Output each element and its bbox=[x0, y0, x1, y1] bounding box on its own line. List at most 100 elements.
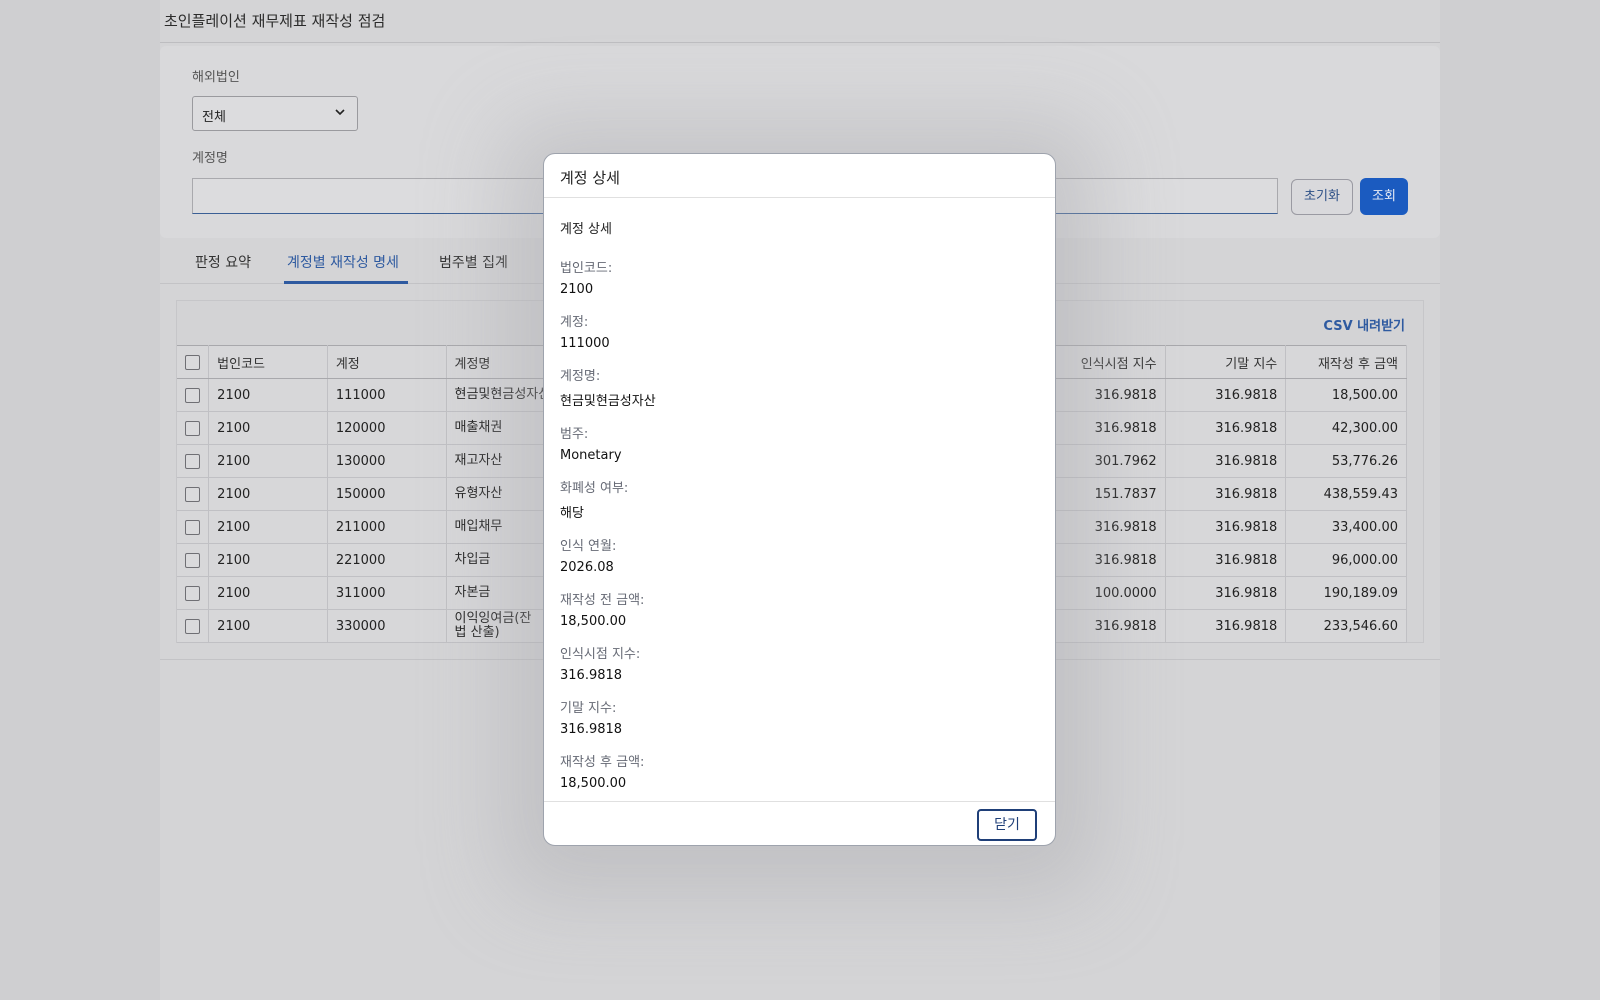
reset-button[interactable]: 초기화 bbox=[1291, 179, 1353, 215]
cell-account: 330000 bbox=[327, 609, 447, 643]
detail-label: 재작성 전 금액: bbox=[560, 593, 645, 608]
detail-label: 기말 지수: bbox=[560, 701, 617, 716]
row-select-cell bbox=[177, 510, 210, 544]
cell-restated-amount: 438,559.43 bbox=[1285, 477, 1407, 511]
row-select-cell bbox=[177, 609, 210, 643]
close-button[interactable]: 닫기 bbox=[977, 809, 1037, 841]
cell-entity-code: 2100 bbox=[208, 609, 328, 643]
detail-row: 기말 지수: 316.9818 bbox=[560, 697, 1039, 737]
cell-recog-index: 100.0000 bbox=[1044, 576, 1166, 610]
cell-end-index: 316.9818 bbox=[1165, 477, 1287, 511]
detail-value: 2100 bbox=[560, 282, 594, 297]
detail-label: 인식시점 지수: bbox=[560, 647, 641, 662]
row-select-cell bbox=[177, 444, 210, 478]
cell-account: 211000 bbox=[327, 510, 447, 544]
modal-footer: 닫기 bbox=[544, 801, 1055, 845]
detail-value: 18,500.00 bbox=[560, 614, 627, 629]
cell-account: 111000 bbox=[327, 378, 447, 412]
detail-label: 계정명: bbox=[560, 369, 601, 384]
tab-account-detail[interactable]: 계정별 재작성 명세 bbox=[287, 252, 399, 272]
row-select-cell bbox=[177, 543, 210, 577]
detail-row: 계정: 111000 bbox=[560, 311, 1039, 351]
detail-row: 화폐성 여부: 해당 bbox=[560, 477, 1039, 521]
cell-account: 120000 bbox=[327, 411, 447, 445]
detail-row: 인식 연월: 2026.08 bbox=[560, 535, 1039, 575]
row-checkbox[interactable] bbox=[185, 387, 200, 403]
cell-restated-amount: 96,000.00 bbox=[1285, 543, 1407, 577]
page-title: 초인플레이션 재무제표 재작성 점검 bbox=[164, 12, 386, 30]
cell-restated-amount: 53,776.26 bbox=[1285, 444, 1407, 478]
row-checkbox[interactable] bbox=[185, 585, 200, 601]
tab-category-summary[interactable]: 범주별 집계 bbox=[439, 252, 508, 272]
tab-summary[interactable]: 판정 요약 bbox=[195, 252, 251, 272]
col-end-index[interactable]: 기말 지수 bbox=[1165, 345, 1287, 379]
detail-value: 316.9818 bbox=[560, 668, 623, 683]
cell-end-index: 316.9818 bbox=[1165, 378, 1287, 412]
cell-end-index: 316.9818 bbox=[1165, 543, 1287, 577]
detail-label: 범주: bbox=[560, 427, 589, 442]
cell-end-index: 316.9818 bbox=[1165, 510, 1287, 544]
cell-account: 311000 bbox=[327, 576, 447, 610]
cell-recog-index: 316.9818 bbox=[1044, 543, 1166, 577]
row-checkbox[interactable] bbox=[185, 420, 200, 436]
detail-row: 범주: Monetary bbox=[560, 423, 1039, 463]
detail-label: 화폐성 여부: bbox=[560, 481, 629, 496]
chevron-down-icon bbox=[335, 109, 345, 116]
account-detail-modal: 계정 상세 계정 상세 법인코드: 2100 계정: 111000 계정명: 현금및현금성… bbox=[543, 153, 1056, 846]
cell-restated-amount: 33,400.00 bbox=[1285, 510, 1407, 544]
cell-entity-code: 2100 bbox=[208, 543, 328, 577]
cell-recog-index: 316.9818 bbox=[1044, 609, 1166, 643]
detail-value: 18,500.00 bbox=[560, 776, 627, 791]
cell-recog-index: 316.9818 bbox=[1044, 510, 1166, 544]
row-select-cell bbox=[177, 411, 210, 445]
detail-label: 재작성 후 금액: bbox=[560, 755, 645, 770]
cell-restated-amount: 18,500.00 bbox=[1285, 378, 1407, 412]
detail-row: 인식시점 지수: 316.9818 bbox=[560, 643, 1039, 683]
cell-recog-index: 316.9818 bbox=[1044, 411, 1166, 445]
row-select-cell bbox=[177, 477, 210, 511]
csv-download-link[interactable]: CSV 내려받기 bbox=[1323, 315, 1405, 334]
col-entity-code[interactable]: 법인코드 bbox=[208, 345, 328, 379]
detail-value: 316.9818 bbox=[560, 722, 623, 737]
cell-account: 150000 bbox=[327, 477, 447, 511]
cell-restated-amount: 190,189.09 bbox=[1285, 576, 1407, 610]
detail-value: 2026.08 bbox=[560, 560, 614, 575]
cell-recog-index: 316.9818 bbox=[1044, 378, 1166, 412]
row-checkbox[interactable] bbox=[185, 618, 200, 634]
col-recog-index[interactable]: 인식시점 지수 bbox=[1044, 345, 1166, 379]
cell-end-index: 316.9818 bbox=[1165, 444, 1287, 478]
cell-recog-index: 301.7962 bbox=[1044, 444, 1166, 478]
cell-entity-code: 2100 bbox=[208, 444, 328, 478]
detail-value: 현금및현금성자산 bbox=[560, 394, 656, 409]
row-select-cell bbox=[177, 576, 210, 610]
entity-label: 해외법인 bbox=[192, 70, 240, 85]
account-name-label: 계정명 bbox=[192, 151, 228, 166]
row-checkbox[interactable] bbox=[185, 486, 200, 502]
detail-row: 법인코드: 2100 bbox=[560, 257, 1039, 297]
row-checkbox[interactable] bbox=[185, 552, 200, 568]
col-account[interactable]: 계정 bbox=[327, 345, 447, 379]
detail-row: 재작성 후 금액: 18,500.00 bbox=[560, 751, 1039, 791]
row-select-cell bbox=[177, 378, 210, 412]
select-all-checkbox[interactable] bbox=[185, 354, 200, 370]
modal-title: 계정 상세 bbox=[544, 154, 1055, 198]
row-checkbox[interactable] bbox=[185, 453, 200, 469]
detail-value: 111000 bbox=[560, 336, 610, 351]
detail-list: 법인코드: 2100 계정: 111000 계정명: 현금및현금성자산범주: Monetar… bbox=[560, 257, 1039, 791]
col-restated-amount[interactable]: 재작성 후 금액 bbox=[1285, 345, 1407, 379]
detail-value: Monetary bbox=[560, 448, 622, 463]
cell-account: 221000 bbox=[327, 543, 447, 577]
cell-entity-code: 2100 bbox=[208, 477, 328, 511]
detail-label: 계정: bbox=[560, 315, 589, 330]
row-checkbox[interactable] bbox=[185, 519, 200, 535]
entity-select[interactable]: 전체 bbox=[192, 96, 358, 131]
detail-row: 계정명: 현금및현금성자산 bbox=[560, 365, 1039, 409]
cell-end-index: 316.9818 bbox=[1165, 576, 1287, 610]
modal-subtitle: 계정 상세 bbox=[560, 222, 612, 237]
cell-end-index: 316.9818 bbox=[1165, 411, 1287, 445]
cell-entity-code: 2100 bbox=[208, 510, 328, 544]
cell-entity-code: 2100 bbox=[208, 411, 328, 445]
search-button[interactable]: 조회 bbox=[1360, 178, 1408, 215]
detail-label: 인식 연월: bbox=[560, 539, 617, 554]
detail-label: 법인코드: bbox=[560, 261, 613, 276]
